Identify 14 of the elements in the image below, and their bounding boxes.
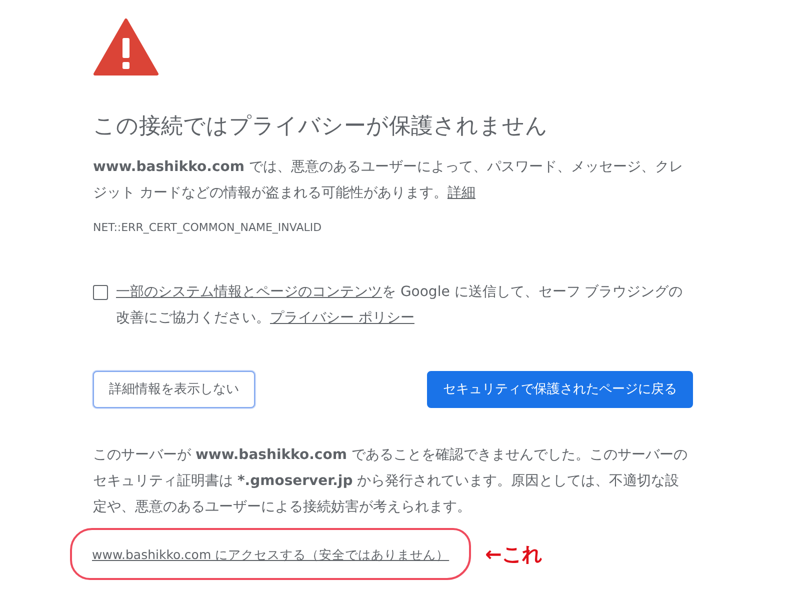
privacy-policy-link[interactable]: プライバシー ポリシー [270,310,414,326]
report-consent-text: 一部のシステム情報とページのコンテンツ を Google に送信して、セーフ ブラウジングの改善にご協力ください。プライバシー ポリシー [116,282,684,328]
checkbox[interactable] [93,284,108,300]
system-info-link[interactable]: 一部のシステム情報とページのコンテンツ [116,284,382,300]
annotation-text: ←これ [485,541,542,568]
warning-message: www.bashikko.com では、悪意のあるユーザーによって、パスワード、メッセージ、クレジット カードなどの情報が盗まれる可能性があります。詳細 [93,158,684,204]
page-title: この接続ではプライバシーが保護されません [93,114,549,140]
hide-details-button[interactable]: 詳細情報を表示しない [93,370,255,408]
back-to-safety-button[interactable]: セキュリティで保護されたページに戻る [427,370,693,408]
proceed-link[interactable]: www.bashikko.com にアクセスする（安全ではありません） [92,547,450,562]
details-link[interactable]: 詳細 [447,185,476,202]
details-text: このサーバーが www.bashikko.com であることを確認できませんでした。このサーバーのセキュリティ証明書は *.gmoserver.jp から発行されています。原因としては、不適切な設定や、悪意のあるユーザーによる接続妨害が考えられます。 [93,446,688,518]
warning-icon [93,18,159,76]
error-code: NET::ERR_CERT_COMMON_NAME_INVALID [93,220,323,236]
